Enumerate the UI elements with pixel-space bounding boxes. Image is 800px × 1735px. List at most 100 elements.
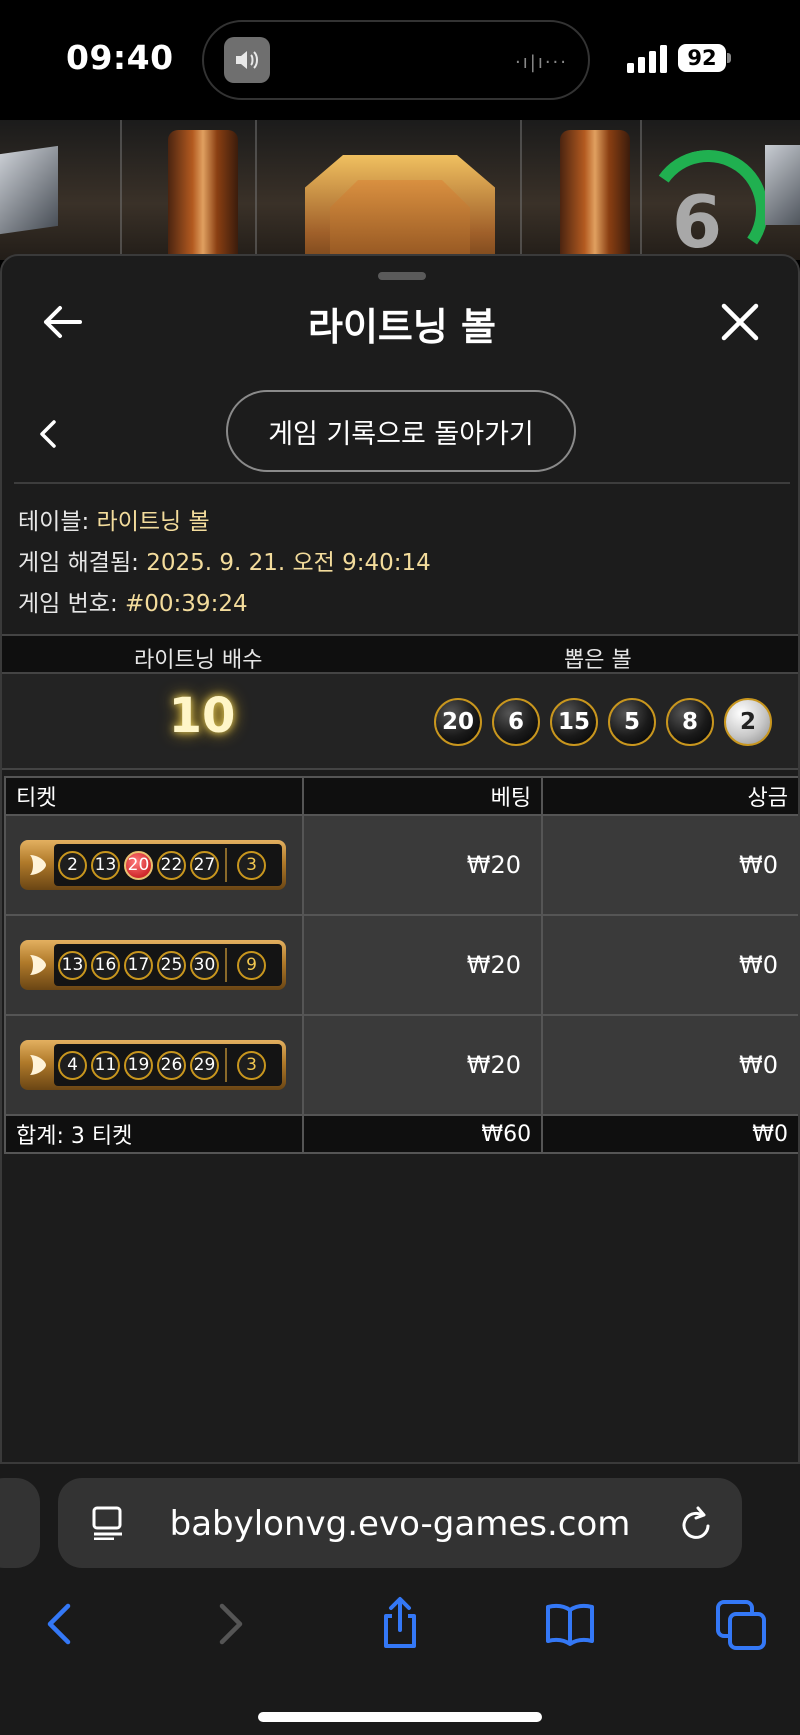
col-prize-header: 상금 [541,776,798,816]
table-row: 2 13 20 22 27 3 ₩20 ₩0 [4,814,798,916]
bg-screen-left [0,145,58,235]
reload-icon[interactable] [678,1504,714,1542]
ticket: 13 16 17 25 30 9 [20,940,286,990]
ticket-ball: 22 [157,850,186,880]
bg-pillar-left [168,130,238,260]
info-table-label: 테이블: [18,509,90,535]
drawn-ball: 8 [666,698,714,746]
bookmarks-icon[interactable] [540,1594,600,1654]
ticket-divider [225,948,227,982]
chevron-left-icon[interactable] [36,416,60,452]
play-arrow-icon [30,855,46,875]
ticket-ball: 4 [58,1050,87,1080]
tickets-table: 티켓 베팅 상금 2 13 20 22 27 3 ₩20 ₩0 13 16 17… [4,776,798,1154]
drawn-ball: 5 [608,698,656,746]
drawn-ball: 20 [434,698,482,746]
info-table: 테이블: 라이트닝 볼 [18,502,210,536]
prize-cell: ₩0 [541,814,798,916]
ticket-ball: 17 [124,950,153,980]
table-row: 4 11 19 26 29 3 ₩20 ₩0 [4,1014,798,1116]
info-game-number-value: #00:39:24 [125,591,248,617]
ticket-bonus-ball: 3 [237,1050,266,1080]
bg-shield-inner [330,180,470,260]
browser-toolbar: babylonvg.evo-games.com [0,1464,800,1735]
ticket-ball: 26 [157,1050,186,1080]
battery-icon: 92 [678,44,726,72]
bg-pillar-right [560,130,630,260]
ticket-numbers: 4 11 19 26 29 3 [54,1044,282,1086]
url-text[interactable]: babylonvg.evo-games.com [58,1504,742,1544]
ticket-divider [225,848,227,882]
total-bet: ₩60 [301,1114,544,1154]
info-resolved-value: 2025. 9. 21. 오전 9:40:14 [146,550,431,576]
ticket-numbers: 13 16 17 25 30 9 [54,944,282,986]
address-bar[interactable]: babylonvg.evo-games.com [58,1478,742,1568]
ticket-cell: 13 16 17 25 30 9 [4,914,304,1016]
history-sheet: 라이트닝 볼 게임 기록으로 돌아가기 테이블: 라이트닝 볼 게임 해결됨: … [0,254,800,1464]
dynamic-island: ·ı|ı··· [202,20,590,100]
bet-cell: ₩20 [301,814,544,916]
ticket-bonus-ball: 3 [237,850,266,880]
speaker-icon [224,37,270,83]
bg-screen-right [765,145,800,225]
ticket: 2 13 20 22 27 3 [20,840,286,890]
ticket-ball: 11 [91,1050,120,1080]
ticket-ball: 13 [58,950,87,980]
browser-forward-icon[interactable] [200,1594,260,1654]
battery-tip [727,53,731,63]
bg-wire [120,120,122,260]
total-label: 합계: 3 티켓 [4,1114,304,1154]
info-resolved-label: 게임 해결됨: [18,550,139,576]
multiplier-header: 라이트닝 배수 [134,648,263,673]
ticket: 4 11 19 26 29 3 [20,1040,286,1090]
timer-number: 6 [672,180,723,260]
divider [14,482,790,484]
ticket-ball: 29 [190,1050,219,1080]
ticket-bonus-ball: 9 [237,950,266,980]
close-icon[interactable] [718,300,762,344]
total-row: 합계: 3 티켓 ₩60 ₩0 [4,1114,798,1154]
previous-tab-peek[interactable] [0,1478,40,1568]
prize-cell: ₩0 [541,914,798,1016]
ticket-ball-hit: 20 [124,850,153,880]
play-arrow-icon [30,1055,46,1075]
bet-cell: ₩20 [301,1014,544,1116]
bg-wire [255,120,257,260]
result-row: 10 20 6 15 5 8 2 [2,674,798,770]
play-arrow-icon [30,955,46,975]
ticket-ball: 16 [91,950,120,980]
table-row: 13 16 17 25 30 9 ₩20 ₩0 [4,914,798,1016]
status-bar: 09:40 ·ı|ı··· 92 [0,0,800,120]
game-background: 6 [0,120,800,260]
bg-wire [520,120,522,260]
home-indicator [258,1712,542,1722]
total-prize: ₩0 [541,1114,798,1154]
col-bet-header: 베팅 [301,776,544,816]
back-to-history-button[interactable]: 게임 기록으로 돌아가기 [226,390,576,472]
status-time: 09:40 [66,38,174,77]
bet-cell: ₩20 [301,914,544,1016]
info-game-number-label: 게임 번호: [18,591,118,617]
ticket-ball: 13 [91,850,120,880]
ticket-ball: 30 [190,950,219,980]
drawn-balls: 20 6 15 5 8 2 [434,698,772,746]
result-header: 라이트닝 배수 뽑은 볼 [2,634,798,674]
sheet-grabber[interactable] [378,272,426,280]
lightning-multiplier: 10 [168,688,236,744]
table-header-row: 티켓 베팅 상금 [4,776,798,816]
drawn-ball: 6 [492,698,540,746]
ticket-cell: 4 11 19 26 29 3 [4,1014,304,1116]
page-title: 라이트닝 볼 [307,305,497,349]
ticket-cell: 2 13 20 22 27 3 [4,814,304,916]
ticket-ball: 25 [157,950,186,980]
ticket-ball: 27 [190,850,219,880]
browser-back-icon[interactable] [30,1594,90,1654]
bg-wire [640,120,642,260]
tabs-icon[interactable] [712,1594,772,1654]
ticket-ball: 2 [58,850,87,880]
drawn-bonus-ball: 2 [724,698,772,746]
info-resolved: 게임 해결됨: 2025. 9. 21. 오전 9:40:14 [18,543,431,577]
share-icon[interactable] [370,1594,430,1654]
ticket-divider [225,1048,227,1082]
drawn-balls-header: 뽑은 볼 [564,648,632,673]
